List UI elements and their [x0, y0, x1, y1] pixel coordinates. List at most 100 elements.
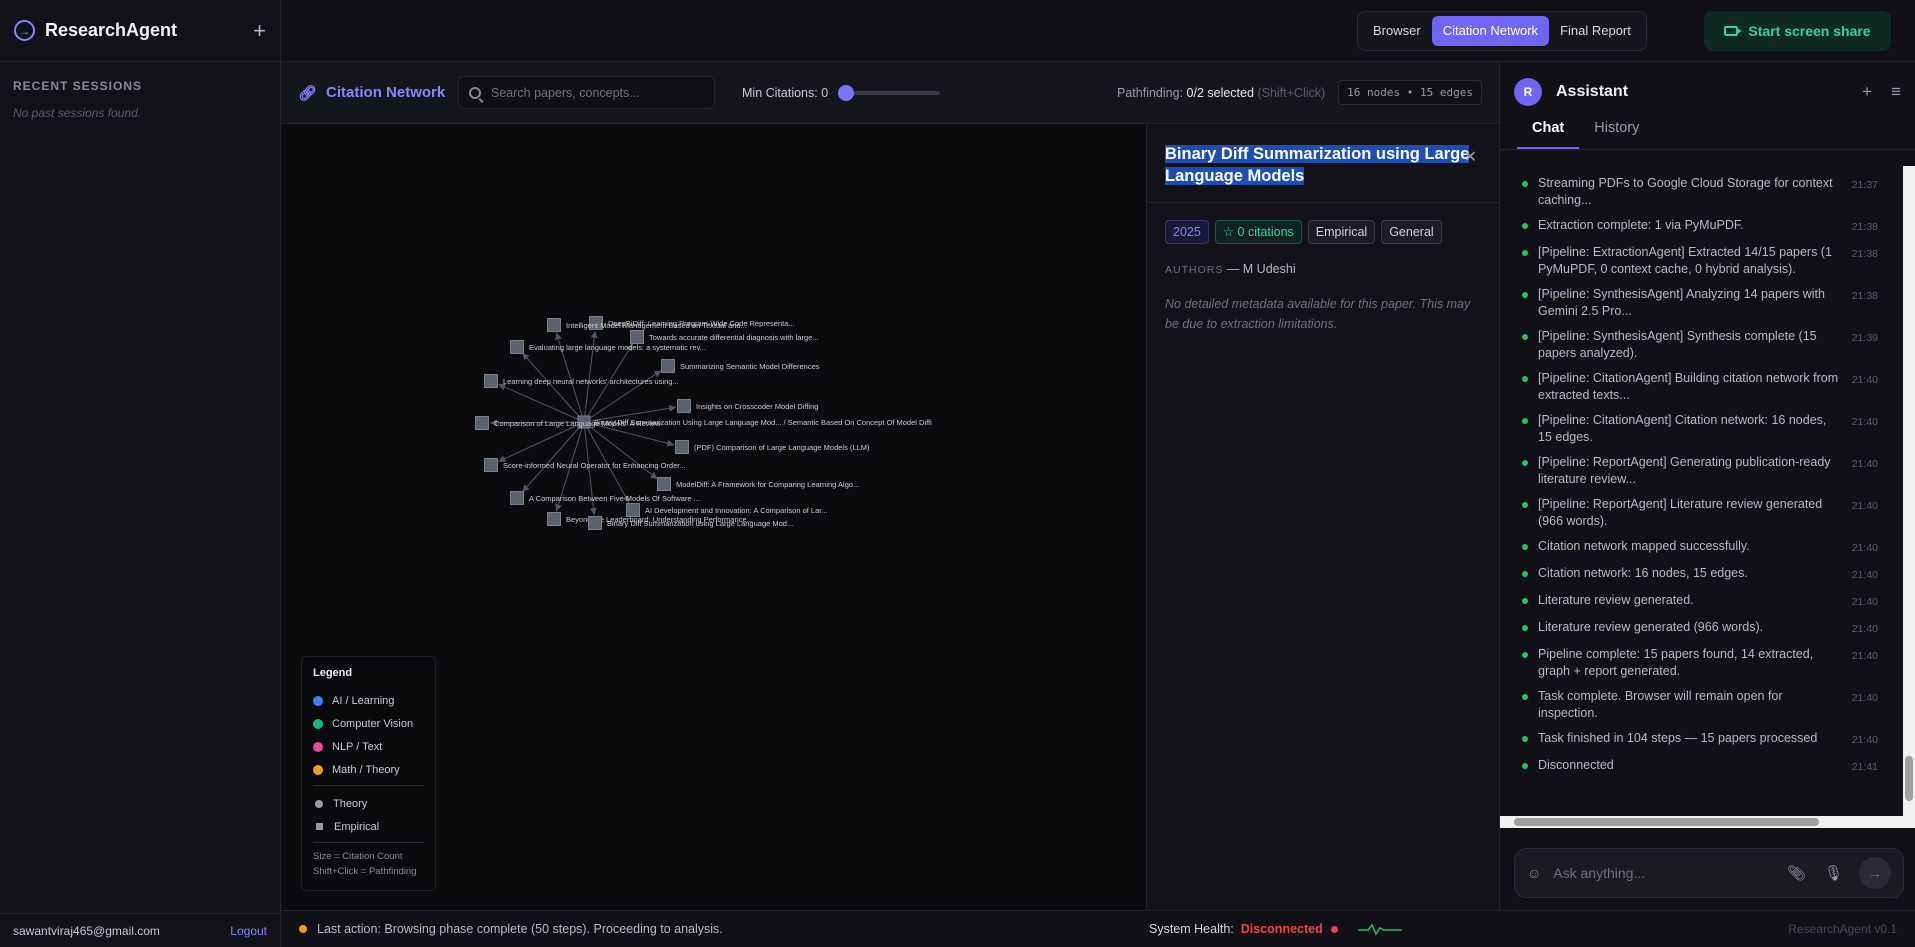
log-item: Citation network mapped successfully. 21:… — [1500, 534, 1900, 561]
square-shape-icon — [316, 823, 323, 830]
recent-sessions-heading: RECENT SESSIONS — [13, 79, 143, 93]
min-citations-slider[interactable] — [838, 84, 941, 101]
min-citations-label: Min Citations: 0 — [742, 85, 829, 100]
graph-toolbar: 🔗︎ Citation Network Min Citations: 0 Pat… — [281, 62, 1499, 124]
legend-label: Math / Theory — [332, 763, 400, 776]
graph-node[interactable] — [484, 458, 498, 472]
assistant-panel: R Assistant + ≡ Chat History Streaming P… — [1499, 62, 1915, 910]
logout-button[interactable]: Logout — [230, 924, 267, 938]
legend-label: NLP / Text — [332, 740, 383, 753]
log-text: Extraction complete: 1 via PyMuPDF. — [1538, 218, 1744, 232]
legend-note-size: Size = Citation Count — [313, 851, 403, 862]
authors-label: AUTHORS — [1165, 264, 1224, 276]
graph-node[interactable] — [510, 340, 524, 354]
menu-icon[interactable]: ≡ — [1891, 82, 1901, 102]
log-text: Streaming PDFs to Google Cloud Storage f… — [1538, 176, 1833, 207]
log-time: 21:40 — [1851, 650, 1878, 662]
log-time: 21:38 — [1851, 290, 1878, 302]
status-dot — [1522, 250, 1528, 256]
log-text: Citation network mapped successfully. — [1538, 539, 1750, 553]
graph-node[interactable] — [547, 318, 561, 332]
legend-label: Empirical — [334, 820, 380, 833]
close-icon[interactable]: ✕ — [1464, 147, 1477, 167]
slider-thumb[interactable] — [838, 84, 855, 101]
chat-input[interactable] — [1553, 865, 1769, 881]
status-dot — [1522, 181, 1528, 187]
log-item: Task complete. Browser will remain open … — [1500, 684, 1900, 726]
paper-title-text: Binary Diff Summarization using Large La… — [1165, 145, 1470, 185]
scrollbar-thumb[interactable] — [1905, 756, 1913, 801]
graph-node[interactable] — [475, 416, 489, 430]
microphone-icon[interactable]: 🎙︎ — [1824, 864, 1843, 882]
log-item: [Pipeline: ReportAgent] Generating publi… — [1500, 450, 1900, 492]
type-badge: Empirical — [1307, 220, 1376, 244]
graph-legend: Legend AI / Learning Computer Vision NLP… — [301, 656, 436, 891]
view-switcher: Browser Citation Network Final Report — [1357, 11, 1647, 51]
status-dot — [1522, 223, 1528, 229]
citation-edge — [498, 383, 585, 423]
graph-node[interactable] — [677, 399, 691, 413]
graph-node-label: Intelligent Model Management Based on Te… — [566, 321, 747, 330]
legend-item-ai: AI / Learning — [313, 689, 424, 712]
legend-item-theory: Theory — [313, 792, 424, 815]
log-time: 21:40 — [1851, 623, 1878, 635]
graph-canvas[interactable]: Binary Diff Summarization Using Large La… — [281, 125, 1146, 910]
no-metadata-text: No detailed metadata available for this … — [1165, 297, 1471, 331]
status-dot — [1522, 418, 1528, 424]
search-box — [458, 76, 715, 109]
pathfinding-status: Pathfinding: 0/2 selected (Shift+Click) — [1117, 86, 1325, 100]
tab-chat[interactable]: Chat — [1517, 114, 1580, 149]
start-screen-share-button[interactable]: Start screen share — [1704, 11, 1891, 51]
log-item: Literature review generated (966 words).… — [1500, 615, 1900, 642]
log-text: [Pipeline: ExtractionAgent] Extracted 14… — [1538, 245, 1832, 276]
brand-header: → ResearchAgent + — [0, 0, 280, 62]
graph-node-label: Score-informed Neural Operator for Enhan… — [503, 461, 686, 470]
scrollbar-thumb[interactable] — [1514, 818, 1819, 826]
status-dot — [1522, 502, 1528, 508]
graph-node-label: Insights on Crosscoder Model Diffing — [696, 402, 818, 411]
graph-node[interactable] — [484, 374, 498, 388]
graph-node-label: Evaluating large language models: a syst… — [529, 343, 706, 352]
tab-history[interactable]: History — [1579, 114, 1654, 149]
log-text: Pipeline complete: 15 papers found, 14 e… — [1538, 647, 1814, 678]
log-time: 21:41 — [1851, 761, 1878, 773]
graph-node[interactable] — [510, 491, 524, 505]
search-input[interactable] — [491, 85, 704, 100]
arrow-circle-logo-icon: → — [14, 20, 35, 41]
pathfinding-label: Pathfinding: — [1117, 85, 1184, 100]
graph-node[interactable] — [661, 359, 675, 373]
plus-icon[interactable]: + — [1862, 82, 1872, 102]
log-text: Task complete. Browser will remain open … — [1538, 689, 1783, 720]
send-button[interactable]: → — [1859, 857, 1891, 889]
log-time: 21:37 — [1851, 179, 1878, 191]
vertical-scrollbar[interactable] — [1903, 166, 1915, 816]
new-session-button[interactable]: + — [253, 19, 266, 42]
graph-node[interactable] — [588, 516, 602, 530]
circle-shape-icon — [315, 799, 323, 808]
graph-node-label: A Comparison Between Five Models Of Soft… — [529, 494, 700, 503]
tab-final-report[interactable]: Final Report — [1549, 16, 1642, 46]
log-item: [Pipeline: CitationAgent] Citation netwo… — [1500, 408, 1900, 450]
log-item: Citation network: 16 nodes, 15 edges. 21:… — [1500, 561, 1900, 588]
graph-node[interactable] — [630, 330, 644, 344]
app-root: → ResearchAgent + RECENT SESSIONS No pas… — [0, 0, 1915, 947]
graph-node[interactable] — [547, 512, 561, 526]
graph-node[interactable] — [657, 477, 671, 491]
log-time: 21:38 — [1851, 248, 1878, 260]
log-text: [Pipeline: CitationAgent] Building citat… — [1538, 371, 1839, 402]
legend-label: AI / Learning — [332, 694, 395, 707]
legend-label: Computer Vision — [332, 717, 414, 730]
pathfinding-value: 0/2 selected — [1186, 85, 1254, 100]
log-item: [Pipeline: ExtractionAgent] Extracted 14… — [1500, 240, 1900, 282]
app-version: ResearchAgent v0.1 — [1788, 922, 1897, 936]
legend-divider — [313, 785, 424, 786]
tab-citation-network[interactable]: Citation Network — [1431, 16, 1550, 46]
log-time: 21:40 — [1851, 458, 1878, 470]
tab-browser[interactable]: Browser — [1362, 16, 1432, 46]
paperclip-icon[interactable]: 📎︎ — [1787, 864, 1806, 882]
category-color-dot — [313, 741, 323, 752]
emoji-icon[interactable]: ☺ — [1527, 865, 1541, 881]
graph-node[interactable] — [675, 440, 689, 454]
log-item: Streaming PDFs to Google Cloud Storage f… — [1500, 171, 1900, 213]
horizontal-scrollbar[interactable] — [1500, 816, 1915, 828]
